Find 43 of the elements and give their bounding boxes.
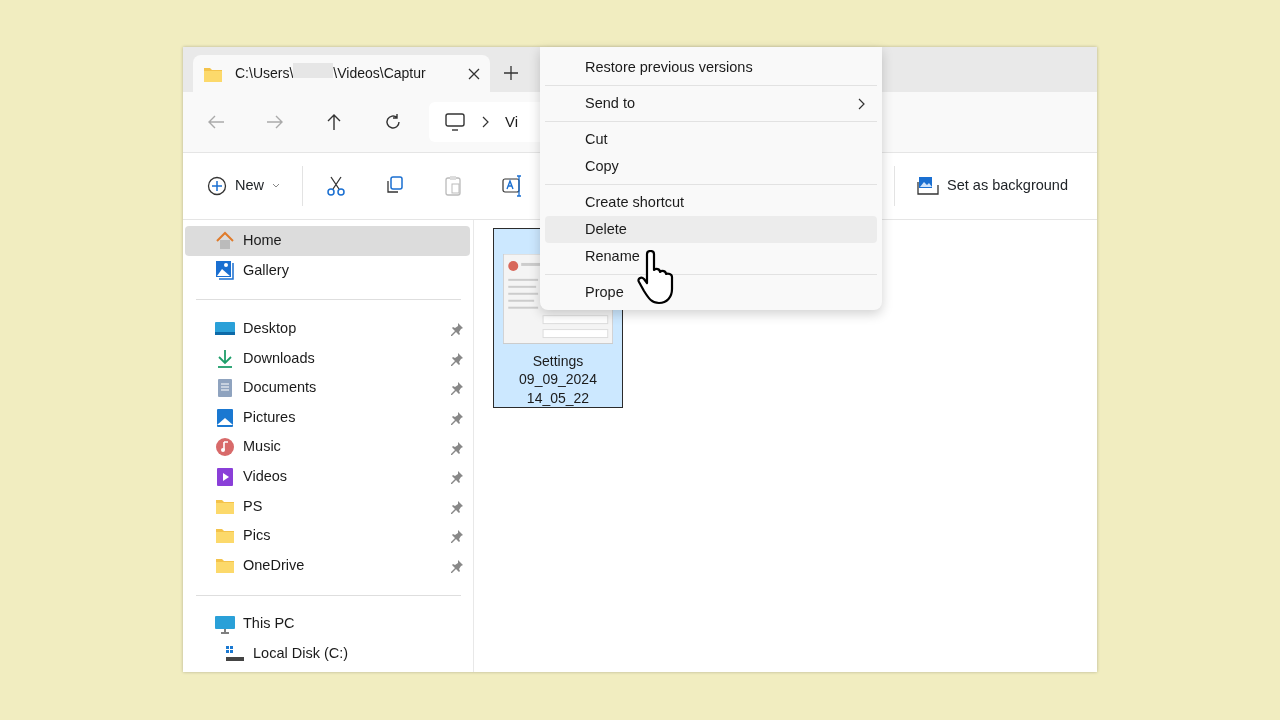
sidebar-item[interactable]: Documents	[185, 373, 470, 403]
sidebar-item[interactable]: This PC	[185, 609, 470, 640]
add-tab-icon[interactable]	[504, 66, 518, 80]
wallpaper-icon	[917, 176, 940, 196]
sidebar-item[interactable]: Videos	[185, 462, 470, 492]
caret-icon	[272, 183, 280, 189]
new-button[interactable]: New	[207, 175, 280, 197]
refresh-icon[interactable]	[384, 113, 402, 131]
sidebar-item[interactable]: PS	[185, 491, 470, 522]
breadcrumb[interactable]: Vi	[505, 110, 519, 134]
picture-icon	[215, 407, 235, 428]
sidebar-item[interactable]: OneDrive	[185, 550, 470, 581]
up-icon[interactable]	[325, 113, 343, 131]
chevron-icon	[481, 116, 489, 128]
sidebar-item[interactable]: Downloads	[185, 343, 470, 374]
sidebar-item[interactable]: Gallery	[185, 255, 470, 286]
monitor-icon	[445, 112, 465, 132]
sidebar-item[interactable]: Music	[185, 432, 470, 463]
sidebar-item[interactable]: Desktop	[185, 314, 470, 344]
cut-icon[interactable]	[325, 175, 347, 197]
close-icon[interactable]	[468, 67, 480, 80]
sidebar-item[interactable]: Pictures	[185, 402, 470, 433]
sidebar-item[interactable]: Home	[185, 226, 470, 256]
document-icon	[215, 378, 235, 399]
sidebar-item[interactable]: Pics	[185, 521, 470, 551]
tab-title: C:\Users\ \Videos\Captur	[235, 63, 426, 83]
download-icon	[215, 348, 235, 369]
menu-item[interactable]: Create shortcut	[545, 189, 877, 216]
drive-icon	[225, 643, 245, 664]
sidebar-item[interactable]: Local Disk (C:)	[185, 639, 470, 669]
menu-item[interactable]: Delete	[545, 216, 877, 243]
computer-icon	[215, 614, 235, 635]
gallery-icon	[215, 260, 235, 281]
menu-item[interactable]: Copy	[545, 153, 877, 180]
rename-icon[interactable]	[502, 175, 524, 197]
video-icon	[215, 466, 235, 487]
menu-item[interactable]: Restore previous versions	[545, 54, 877, 81]
plus-circle-icon	[207, 176, 227, 196]
file-name: Settings 09_09_2024 14_05_22	[519, 351, 597, 407]
set-background-button[interactable]: Set as background	[917, 175, 1068, 197]
music-icon	[215, 437, 235, 458]
tab[interactable]: C:\Users\ \Videos\Captur	[193, 55, 490, 92]
home-icon	[215, 230, 235, 251]
